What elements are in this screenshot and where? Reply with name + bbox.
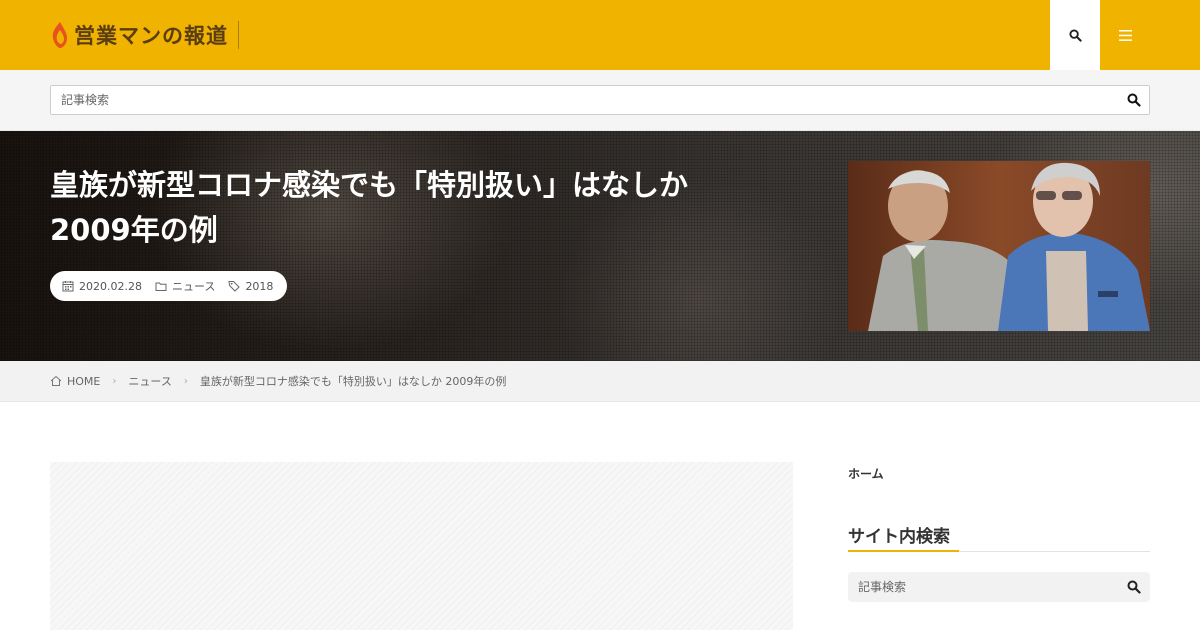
- breadcrumb-category-link[interactable]: ニュース: [128, 373, 171, 389]
- sidebar-search-input[interactable]: [848, 572, 1118, 602]
- logo-flame-icon: [52, 22, 67, 48]
- article-thumbnail-image: [848, 161, 1150, 331]
- logo-text: 営業マンの報道: [74, 23, 228, 48]
- breadcrumb: HOME › ニュース › 皇族が新型コロナ感染でも「特別扱い」はなしか 200…: [0, 361, 1200, 402]
- sidebar-home-link[interactable]: ホーム: [848, 465, 884, 482]
- chevron-right-icon: ›: [183, 375, 188, 387]
- search-icon: [1068, 28, 1082, 42]
- article-tag-link[interactable]: 2018: [245, 280, 273, 293]
- site-logo[interactable]: 営業マンの報道: [50, 18, 239, 52]
- search-band: [0, 70, 1200, 131]
- sidebar-heading-accent: [848, 550, 959, 552]
- site-header: 営業マンの報道: [0, 0, 1200, 70]
- sidebar-search-box: [848, 572, 1150, 602]
- home-icon: [50, 375, 62, 386]
- article-date: 2020.02.28: [79, 279, 142, 293]
- article-meta: 2020.02.28 ニュース 2018: [50, 271, 287, 301]
- chevron-right-icon: ›: [112, 375, 117, 387]
- sidebar-search-heading: サイト内検索: [848, 527, 950, 547]
- header-search-button[interactable]: [1050, 0, 1100, 70]
- breadcrumb-home-link[interactable]: HOME: [67, 375, 100, 388]
- calendar-icon: [62, 281, 74, 292]
- article-hero: 皇族が新型コロナ感染でも「特別扱い」はなしか 2009年の例 2020.02.2…: [0, 131, 1200, 361]
- search-icon[interactable]: [1127, 580, 1141, 594]
- search-icon[interactable]: [1127, 93, 1141, 107]
- logo-divider: [238, 21, 239, 49]
- folder-icon: [155, 282, 167, 291]
- hamburger-menu-icon: [1118, 29, 1132, 41]
- article-title: 皇族が新型コロナ感染でも「特別扱い」はなしか 2009年の例: [50, 168, 689, 247]
- content-placeholder: [50, 462, 793, 630]
- article-search-input[interactable]: [51, 86, 1111, 114]
- tag-icon: [228, 281, 241, 292]
- article-search-box: [50, 85, 1150, 115]
- article-category-link[interactable]: ニュース: [172, 278, 215, 294]
- breadcrumb-current: 皇族が新型コロナ感染でも「特別扱い」はなしか 2009年の例: [199, 375, 507, 388]
- header-menu-button[interactable]: [1100, 0, 1150, 70]
